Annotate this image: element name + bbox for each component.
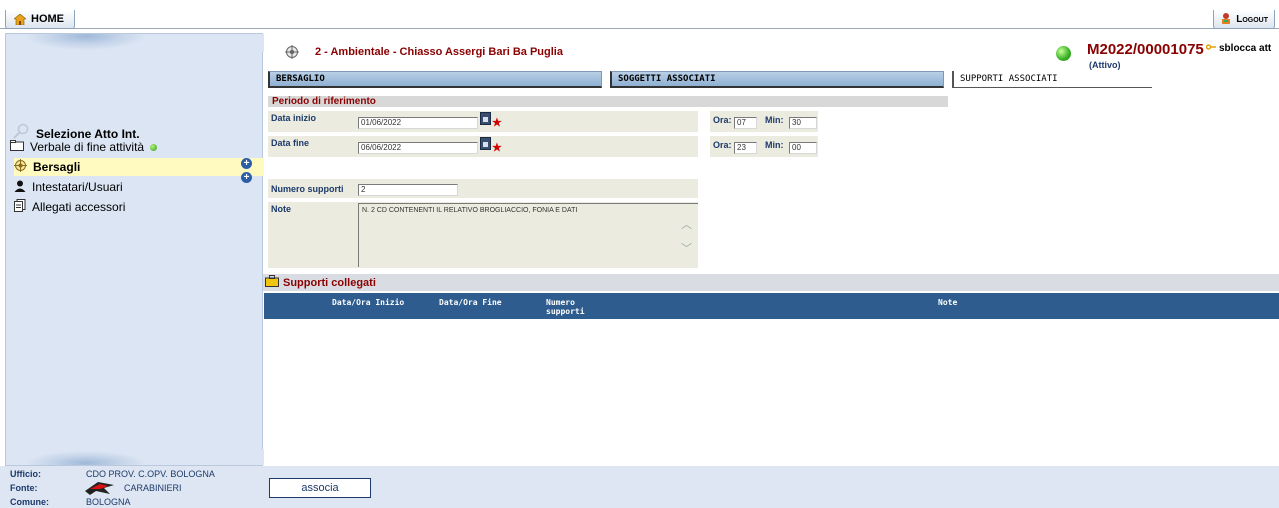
- add-intestatario-icon[interactable]: +: [241, 172, 252, 183]
- calendar-icon[interactable]: [480, 112, 491, 125]
- associa-button[interactable]: associa: [269, 478, 371, 498]
- home-icon: [13, 13, 27, 25]
- col-note[interactable]: Note: [938, 298, 957, 307]
- sidebar-footer: Ufficio: CDO PROV. C.OPV. BOLOGNA Fonte:…: [0, 466, 263, 508]
- scroll-down-icon[interactable]: ﹀: [681, 240, 692, 256]
- target-icon: [285, 45, 299, 59]
- main-panel: 2 - Ambientale - Chiasso Assergi Bari Ba…: [263, 33, 1279, 466]
- numero-supporti-input[interactable]: 2: [358, 184, 458, 196]
- fonte-value: CARABINIERI: [124, 483, 182, 493]
- status-dot-icon: [150, 143, 158, 151]
- data-fine-input[interactable]: 06/06/2022: [358, 142, 478, 154]
- key-icon: [1205, 43, 1216, 54]
- note-label: Note: [271, 204, 291, 214]
- status-text: (Attivo): [1089, 60, 1121, 70]
- add-bersaglio-icon[interactable]: +: [241, 158, 252, 169]
- ora-fine-label: Ora:: [713, 140, 732, 150]
- user-icon: [14, 180, 26, 195]
- min-fine-label: Min:: [765, 140, 784, 150]
- data-inizio-input[interactable]: 01/06/2022: [358, 117, 478, 129]
- numero-supporti-label: Numero supporti: [271, 184, 344, 194]
- data-inizio-label: Data inizio: [271, 113, 317, 123]
- folder-icon: [10, 140, 24, 154]
- sidebar-item-bersagli[interactable]: Bersagli +: [14, 158, 264, 176]
- tab-bersaglio[interactable]: BERSAGLIO: [268, 71, 602, 88]
- carabinieri-logo-icon: [84, 479, 116, 498]
- briefcase-icon: [265, 275, 279, 290]
- ora-fine-input[interactable]: 23: [734, 142, 757, 154]
- ora-inizio-input[interactable]: 07: [734, 117, 757, 129]
- action-bar: associa: [263, 466, 1279, 508]
- tab-soggetti-associati[interactable]: SOGGETTI ASSOCIATI: [610, 71, 944, 88]
- attachment-icon: [14, 199, 26, 215]
- note-textarea[interactable]: N. 2 CD CONTENENTI IL RELATIVO BROGLIACC…: [358, 203, 698, 267]
- comune-value: BOLOGNA: [86, 497, 131, 507]
- note-text: N. 2 CD CONTENENTI IL RELATIVO BROGLIACC…: [362, 207, 578, 214]
- tab-bar: BERSAGLIO SOGGETTI ASSOCIATI SUPPORTI AS…: [268, 71, 1279, 89]
- fonte-label: Fonte:: [10, 483, 38, 493]
- sidebar-bottom-cap: [6, 449, 264, 465]
- ora-inizio-label: Ora:: [713, 115, 732, 125]
- status-active-icon: [1056, 46, 1071, 61]
- protocol-number: M2022/00001075: [1087, 41, 1204, 58]
- min-inizio-input[interactable]: 30: [789, 117, 817, 129]
- col-data-ora-fine[interactable]: Data/Ora Fine: [439, 298, 502, 307]
- scroll-up-icon[interactable]: ︿: [681, 216, 692, 232]
- topbar: [0, 8, 1279, 29]
- required-icon: ★: [492, 117, 502, 129]
- linked-supports-header: Supporti collegati: [263, 274, 1279, 291]
- sidebar-item-allegati[interactable]: Allegati accessori: [14, 198, 264, 216]
- tab-supporti-associati[interactable]: SUPPORTI ASSOCIATI: [952, 71, 1152, 88]
- unlock-link[interactable]: sblocca att: [1205, 43, 1271, 54]
- target-icon: [14, 159, 27, 175]
- calendar-icon[interactable]: [480, 137, 491, 150]
- sidebar-top-cap: [6, 34, 264, 52]
- min-fine-input[interactable]: 00: [789, 142, 817, 154]
- sidebar-item-verbale[interactable]: Verbale di fine attività: [10, 138, 260, 156]
- col-data-ora-inizio[interactable]: Data/Ora Inizio: [332, 298, 404, 307]
- ufficio-label: Ufficio:: [10, 469, 41, 479]
- min-inizio-label: Min:: [765, 115, 784, 125]
- home-label: HOME: [31, 13, 64, 25]
- col-numero-supporti[interactable]: Numero supporti: [546, 298, 594, 316]
- page-title: 2 - Ambientale - Chiasso Assergi Bari Ba…: [315, 46, 563, 58]
- comune-label: Comune:: [10, 497, 49, 507]
- section-periodo-title: Periodo di riferimento: [268, 96, 948, 107]
- logout-button[interactable]: Logout: [1213, 10, 1275, 29]
- linked-table-header: Data/Ora Inizio Data/Ora Fine Numero sup…: [264, 293, 1279, 319]
- sidebar: Selezione Atto Int. Verbale di fine atti…: [5, 33, 264, 466]
- logout-label: Logout: [1236, 13, 1268, 25]
- required-icon: ★: [492, 142, 502, 154]
- data-fine-label: Data fine: [271, 138, 310, 148]
- logout-icon: [1220, 12, 1232, 27]
- home-button[interactable]: HOME: [5, 10, 75, 29]
- sidebar-item-intestatari[interactable]: Intestatari/Usuari +: [14, 172, 264, 196]
- ufficio-value: CDO PROV. C.OPV. BOLOGNA: [86, 469, 215, 479]
